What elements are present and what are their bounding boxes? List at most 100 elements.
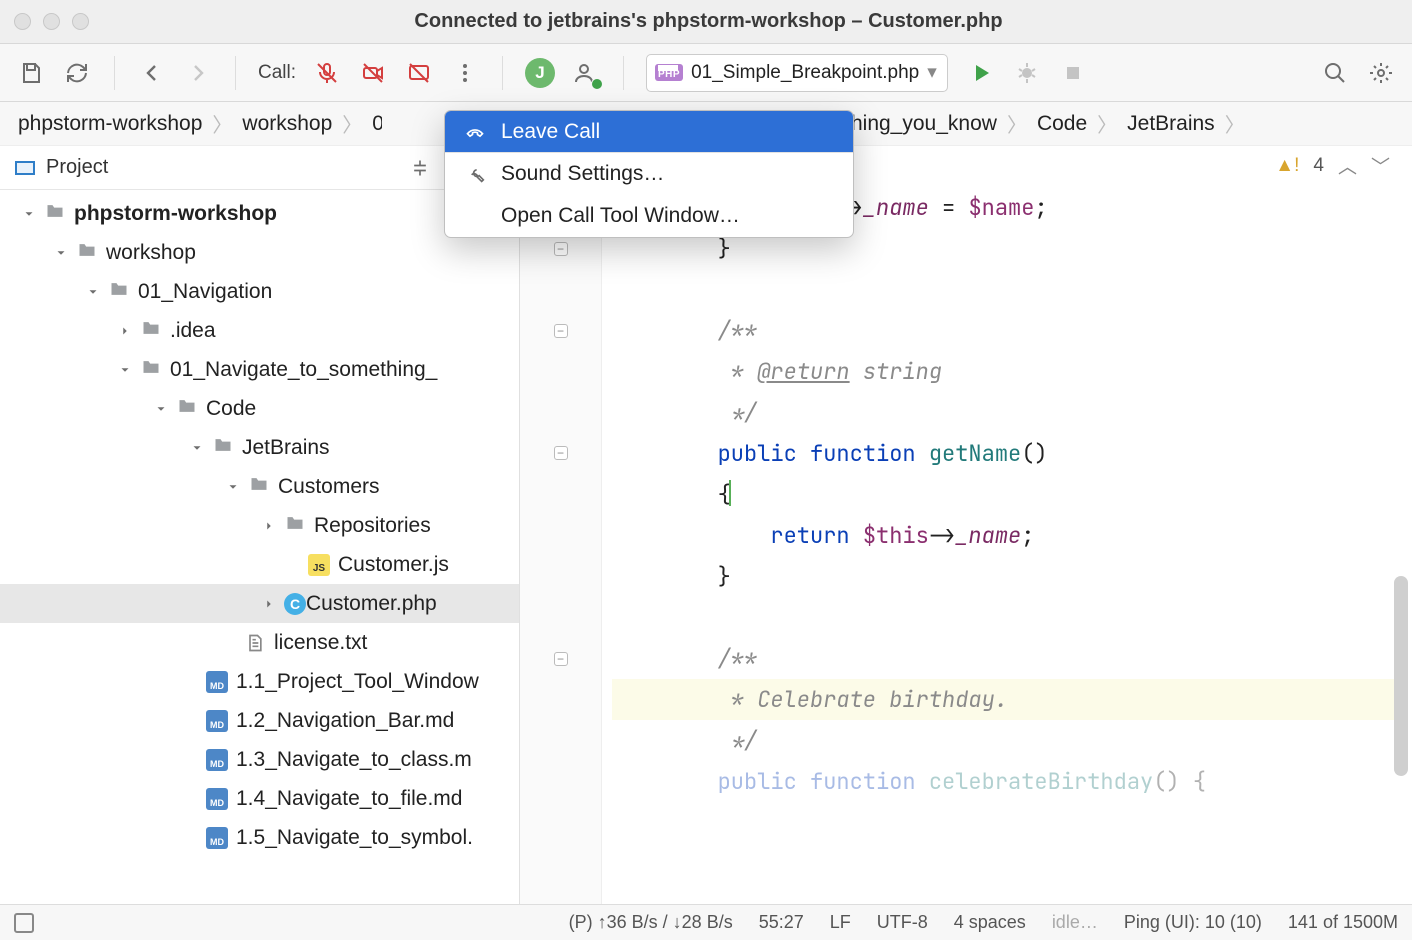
menu-item[interactable]: Open Call Tool Window… (445, 195, 853, 237)
tree-row[interactable]: 01_Navigation (0, 272, 519, 311)
code-line[interactable]: /** (612, 310, 1394, 351)
gear-icon[interactable] (1366, 58, 1396, 88)
debug-icon[interactable] (1012, 58, 1042, 88)
forward-icon[interactable] (183, 58, 213, 88)
chevron-down-icon[interactable]: ﹀ (1371, 152, 1390, 179)
tree-row[interactable]: .idea (0, 311, 519, 350)
breadcrumb-item[interactable]: 0 (372, 112, 382, 136)
run-icon[interactable] (966, 58, 996, 88)
code-line[interactable]: return $this->_name; (612, 515, 1394, 556)
folder-icon (140, 318, 162, 344)
editor-gutter[interactable] (520, 146, 602, 904)
editor-scrollbar[interactable] (1394, 576, 1408, 776)
tree-row[interactable]: MD1.1_Project_Tool_Window (0, 662, 519, 701)
tree-arrow-icon[interactable] (180, 710, 202, 732)
tree-arrow-icon[interactable] (114, 320, 136, 342)
menu-item[interactable]: Leave Call (445, 111, 853, 153)
breadcrumb-item[interactable]: Code (1037, 112, 1087, 136)
inspections-widget[interactable]: ▲! 4 ︿ ﹀ (1275, 152, 1390, 179)
tree-arrow-icon[interactable] (18, 203, 40, 225)
stop-icon[interactable] (1058, 58, 1088, 88)
tree-row[interactable]: workshop (0, 233, 519, 272)
menu-item-label: Sound Settings… (501, 162, 664, 186)
avatar[interactable]: J (525, 58, 555, 88)
tree-arrow-icon[interactable] (180, 671, 202, 693)
project-header-label[interactable]: Project (46, 156, 108, 179)
code-line[interactable] (612, 269, 1394, 310)
breadcrumb-item[interactable]: phpstorm-workshop (18, 112, 202, 136)
tree-row[interactable]: MD1.3_Navigate_to_class.m (0, 740, 519, 779)
status-encoding[interactable]: UTF-8 (877, 912, 928, 933)
tree-row[interactable]: MD1.2_Navigation_Bar.md (0, 701, 519, 740)
tree-label: 01_Navigation (138, 280, 272, 304)
breadcrumb-item[interactable]: JetBrains (1127, 112, 1215, 136)
run-config-selector[interactable]: PHP 01_Simple_Breakpoint.php ▾ (646, 54, 948, 92)
tree-arrow-icon[interactable] (282, 554, 304, 576)
tree-arrow-icon[interactable] (258, 515, 280, 537)
more-icon[interactable] (450, 58, 480, 88)
status-net[interactable]: (P) ↑36 B/s / ↓28 B/s (569, 912, 733, 933)
back-icon[interactable] (137, 58, 167, 88)
js-file-icon: JS (308, 554, 330, 576)
tree-arrow-icon[interactable] (258, 593, 280, 615)
code-line[interactable]: { (612, 474, 1394, 515)
tree-row[interactable]: license.txt (0, 623, 519, 662)
tree-arrow-icon[interactable] (180, 749, 202, 771)
screenshare-off-icon[interactable] (404, 58, 434, 88)
status-ping[interactable]: Ping (UI): 10 (10) (1124, 912, 1262, 933)
status-pos[interactable]: 55:27 (759, 912, 804, 933)
refresh-icon[interactable] (62, 58, 92, 88)
tree-arrow-icon[interactable] (114, 359, 136, 381)
menu-item[interactable]: Sound Settings… (445, 153, 853, 195)
tree-row[interactable]: phpstorm-workshop (0, 194, 519, 233)
tree-row[interactable]: Repositories (0, 506, 519, 545)
code-line[interactable]: public function getName() (612, 433, 1394, 474)
tree-arrow-icon[interactable] (150, 398, 172, 420)
status-eol[interactable]: LF (830, 912, 851, 933)
code-line[interactable]: /** (612, 638, 1394, 679)
toolwindow-icon[interactable] (14, 913, 34, 933)
tree-row[interactable]: MD1.4_Navigate_to_file.md (0, 779, 519, 818)
code-line[interactable] (612, 597, 1394, 638)
code-line[interactable]: * @return string (612, 351, 1394, 392)
tree-row[interactable]: CCustomer.php (0, 584, 519, 623)
tree-label: Repositories (314, 514, 431, 538)
tree-arrow-icon[interactable] (50, 242, 72, 264)
code-line[interactable]: * Celebrate birthday. (612, 679, 1394, 720)
project-tree[interactable]: phpstorm-workshopworkshop 01_Navigation .i… (0, 190, 519, 904)
status-idle[interactable]: idle… (1052, 912, 1098, 933)
folder-icon (140, 357, 162, 383)
code-line[interactable]: */ (612, 720, 1394, 761)
code-line[interactable]: } (612, 556, 1394, 597)
tree-arrow-icon[interactable] (180, 827, 202, 849)
tree-row[interactable]: Code (0, 389, 519, 428)
status-mem[interactable]: 141 of 1500M (1288, 912, 1398, 933)
save-icon[interactable] (16, 58, 46, 88)
project-icon (14, 157, 36, 179)
tree-arrow-icon[interactable] (218, 632, 240, 654)
tree-arrow-icon[interactable] (222, 476, 244, 498)
tree-arrow-icon[interactable] (180, 788, 202, 810)
tree-row[interactable]: MD1.5_Navigate_to_symbol. (0, 818, 519, 857)
expand-all-icon[interactable] (407, 155, 433, 181)
tree-arrow-icon[interactable] (82, 281, 104, 303)
status-indent[interactable]: 4 spaces (954, 912, 1026, 933)
folder-icon (212, 435, 234, 461)
tree-arrow-icon[interactable] (186, 437, 208, 459)
tree-row[interactable]: JetBrains (0, 428, 519, 467)
code-line[interactable]: */ (612, 392, 1394, 433)
add-user-icon[interactable] (571, 58, 601, 88)
editor[interactable]: { $this->_name = $name; } /** * @return … (520, 146, 1412, 904)
tree-row[interactable]: 01_Navigate_to_something_ (0, 350, 519, 389)
camera-off-icon[interactable] (358, 58, 388, 88)
tree-row[interactable]: JSCustomer.js (0, 545, 519, 584)
chevron-up-icon[interactable]: ︿ (1338, 152, 1357, 179)
search-icon[interactable] (1320, 58, 1350, 88)
mic-off-icon[interactable] (312, 58, 342, 88)
tree-row[interactable]: Customers (0, 467, 519, 506)
code-view[interactable]: { $this->_name = $name; } /** * @return … (602, 146, 1412, 904)
tree-label: Customers (278, 475, 380, 499)
code-line[interactable]: public function celebrateBirthday() { (612, 761, 1394, 802)
breadcrumb-item[interactable]: workshop (242, 112, 332, 136)
window-title: Connected to jetbrains's phpstorm-worksh… (19, 10, 1398, 33)
